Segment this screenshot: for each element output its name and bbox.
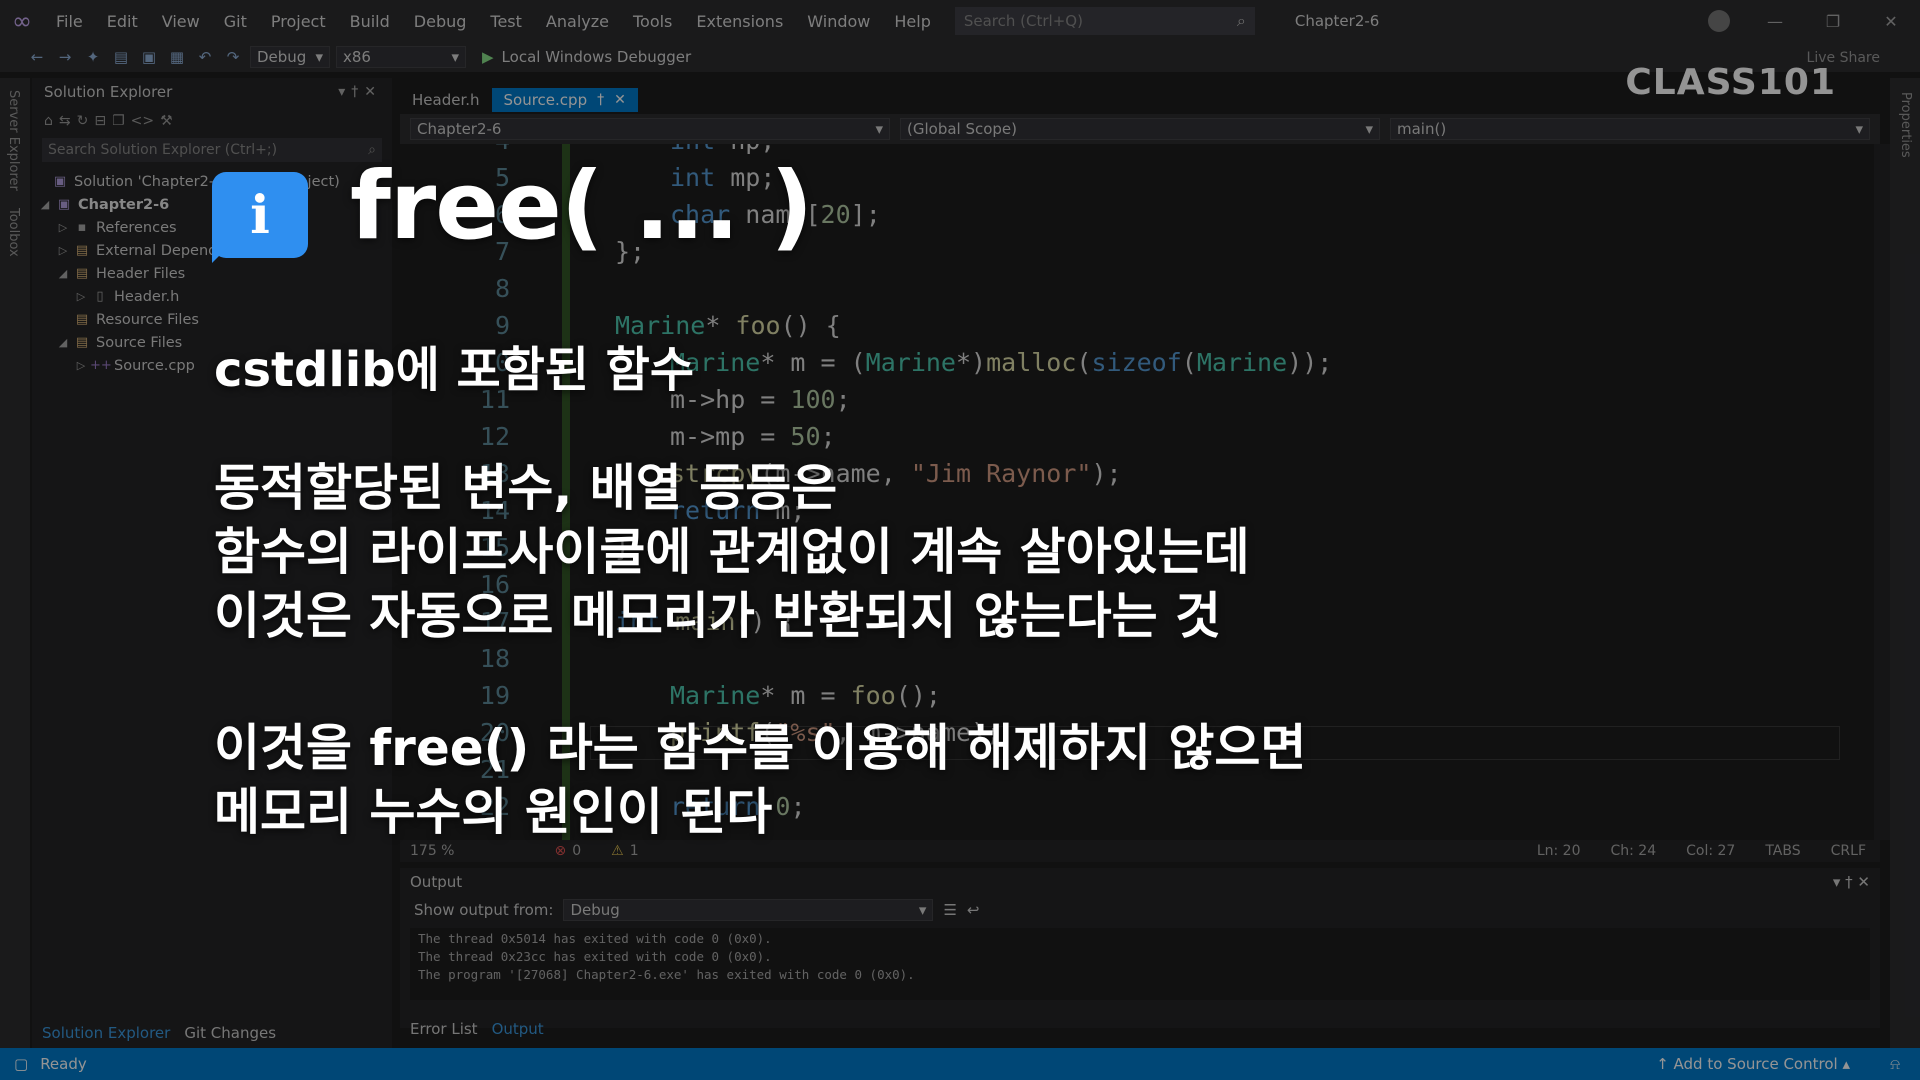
slide-paragraph-1: 동적할당된 변수, 배열 등등은 함수의 라이프사이클에 관계없이 계속 살아있…: [214, 456, 1250, 648]
slide-paragraph-2: 이것을 free() 라는 함수를 이용해 해제하지 않으면 메모리 누수의 원…: [214, 716, 1306, 844]
slide-subtitle: cstdlib에 포함된 함수: [214, 342, 694, 398]
slide-line: 이것을 free() 라는 함수를 이용해 해제하지 않으면: [214, 719, 1307, 777]
slide-line: 동적할당된 변수, 배열 등등은: [214, 459, 838, 517]
slide-line: 함수의 라이프사이클에 관계없이 계속 살아있는데: [214, 523, 1250, 581]
slide-line: 메모리 누수의 원인이 된다: [214, 783, 773, 841]
slide-title: free( ... ): [350, 152, 813, 261]
slide-line: 이것은 자동으로 메모리가 반환되지 않는다는 것: [214, 587, 1222, 645]
info-icon-tail: [212, 245, 230, 263]
